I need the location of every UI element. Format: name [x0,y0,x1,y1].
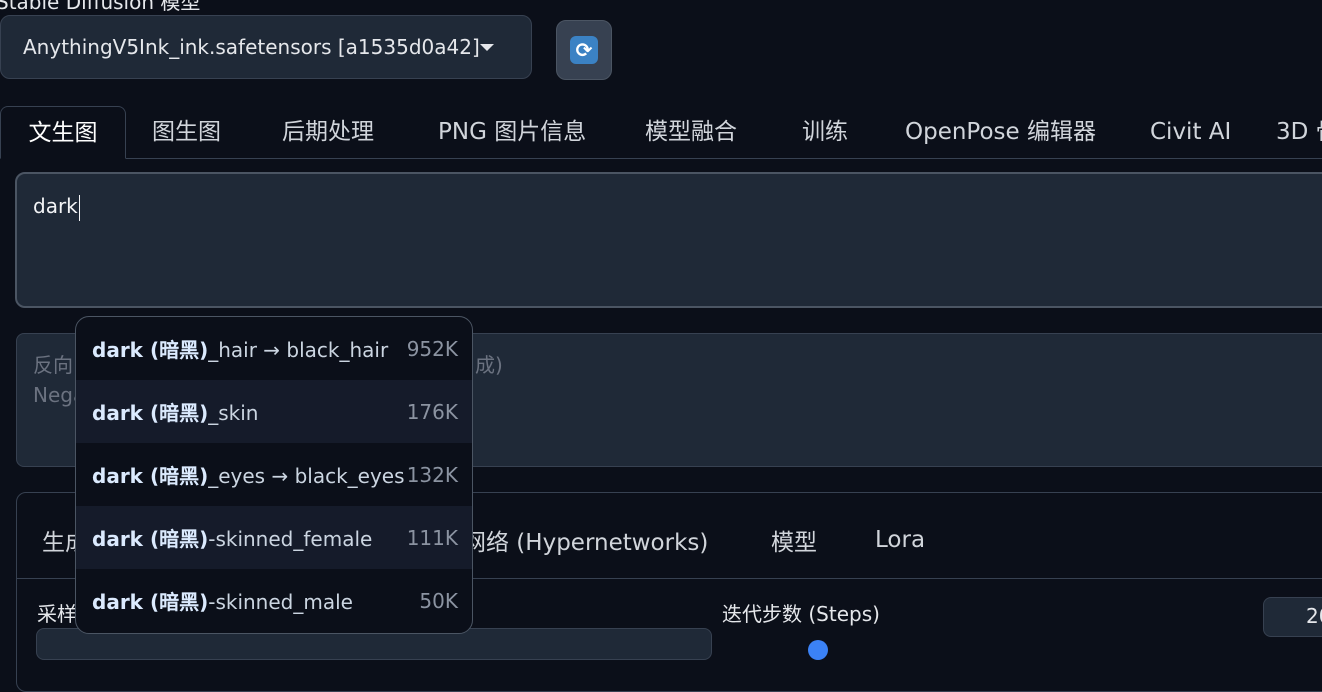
negative-placeholder-start: 反向 [33,353,73,377]
autocomplete-item[interactable]: dark (暗黑)_eyes → black_eyes 132K [76,443,472,506]
text-cursor [78,194,80,221]
tab-hypernetworks[interactable]: 超网络 (Hypernetworks) [440,523,708,557]
main-tabs: 文生图 图生图 后期处理 PNG 图片信息 模型融合 训练 OpenPose 编… [0,106,1322,159]
prompt-text: dark [33,194,78,218]
autocomplete-rest: _skin [208,401,259,425]
model-label: Stable Diffusion 模型 [0,0,201,14]
autocomplete-item[interactable]: dark (暗黑)_hair → black_hair 952K [76,317,472,380]
autocomplete-item[interactable]: dark (暗黑)_skin 176K [76,380,472,443]
tab-openpose-editor[interactable]: OpenPose 编辑器 [905,106,1096,158]
negative-placeholder-end: 成) [475,353,503,377]
chevron-down-icon [479,43,494,51]
tab-checkpoint-merger[interactable]: 模型融合 [645,106,737,158]
tab-extras[interactable]: 后期处理 [282,106,374,158]
model-select[interactable]: AnythingV5Ink_ink.safetensors [a1535d0a4… [0,15,532,79]
autocomplete-rest: _eyes → black_eyes [208,464,405,488]
autocomplete-count: 952K [406,336,458,361]
model-select-value: AnythingV5Ink_ink.safetensors [a1535d0a4… [23,35,480,59]
steps-label: 迭代步数 (Steps) [722,602,880,626]
tab-civitai[interactable]: Civit AI [1150,106,1231,158]
autocomplete-match: dark (暗黑) [92,464,209,488]
autocomplete-count: 111K [406,525,458,550]
tab-lora[interactable]: Lora [875,527,925,553]
steps-slider-thumb[interactable] [808,640,828,660]
autocomplete-rest: -skinned_female [208,527,373,551]
sampler-label: 采样 [37,602,77,626]
tab-train[interactable]: 训练 [802,106,848,158]
autocomplete-count: 50K [419,588,458,613]
autocomplete-match: dark (暗黑) [92,590,209,614]
autocomplete-count: 176K [406,399,458,424]
refresh-model-button[interactable]: ⟳ [556,20,612,80]
tab-txt2img[interactable]: 文生图 [0,106,126,159]
autocomplete-dropdown: dark (暗黑)_hair → black_hair 952K dark (暗… [75,316,473,634]
autocomplete-match: dark (暗黑) [92,401,209,425]
tab-checkpoints[interactable]: 模型 [771,523,817,557]
autocomplete-match: dark (暗黑) [92,527,209,551]
autocomplete-rest: -skinned_male [208,590,353,614]
autocomplete-rest: _hair → black_hair [208,338,389,362]
refresh-icon: ⟳ [570,36,598,64]
tab-3d-openpose[interactable]: 3D 骨 [1276,106,1322,158]
prompt-input[interactable]: dark [15,172,1322,308]
steps-input[interactable]: 20 [1263,597,1322,637]
autocomplete-match: dark (暗黑) [92,338,209,362]
autocomplete-item[interactable]: dark (暗黑)-skinned_female 111K [76,506,472,569]
tab-png-info[interactable]: PNG 图片信息 [438,106,586,158]
autocomplete-count: 132K [406,462,458,487]
tab-img2img[interactable]: 图生图 [152,106,221,158]
autocomplete-item[interactable]: dark (暗黑)-skinned_male 50K [76,569,472,632]
